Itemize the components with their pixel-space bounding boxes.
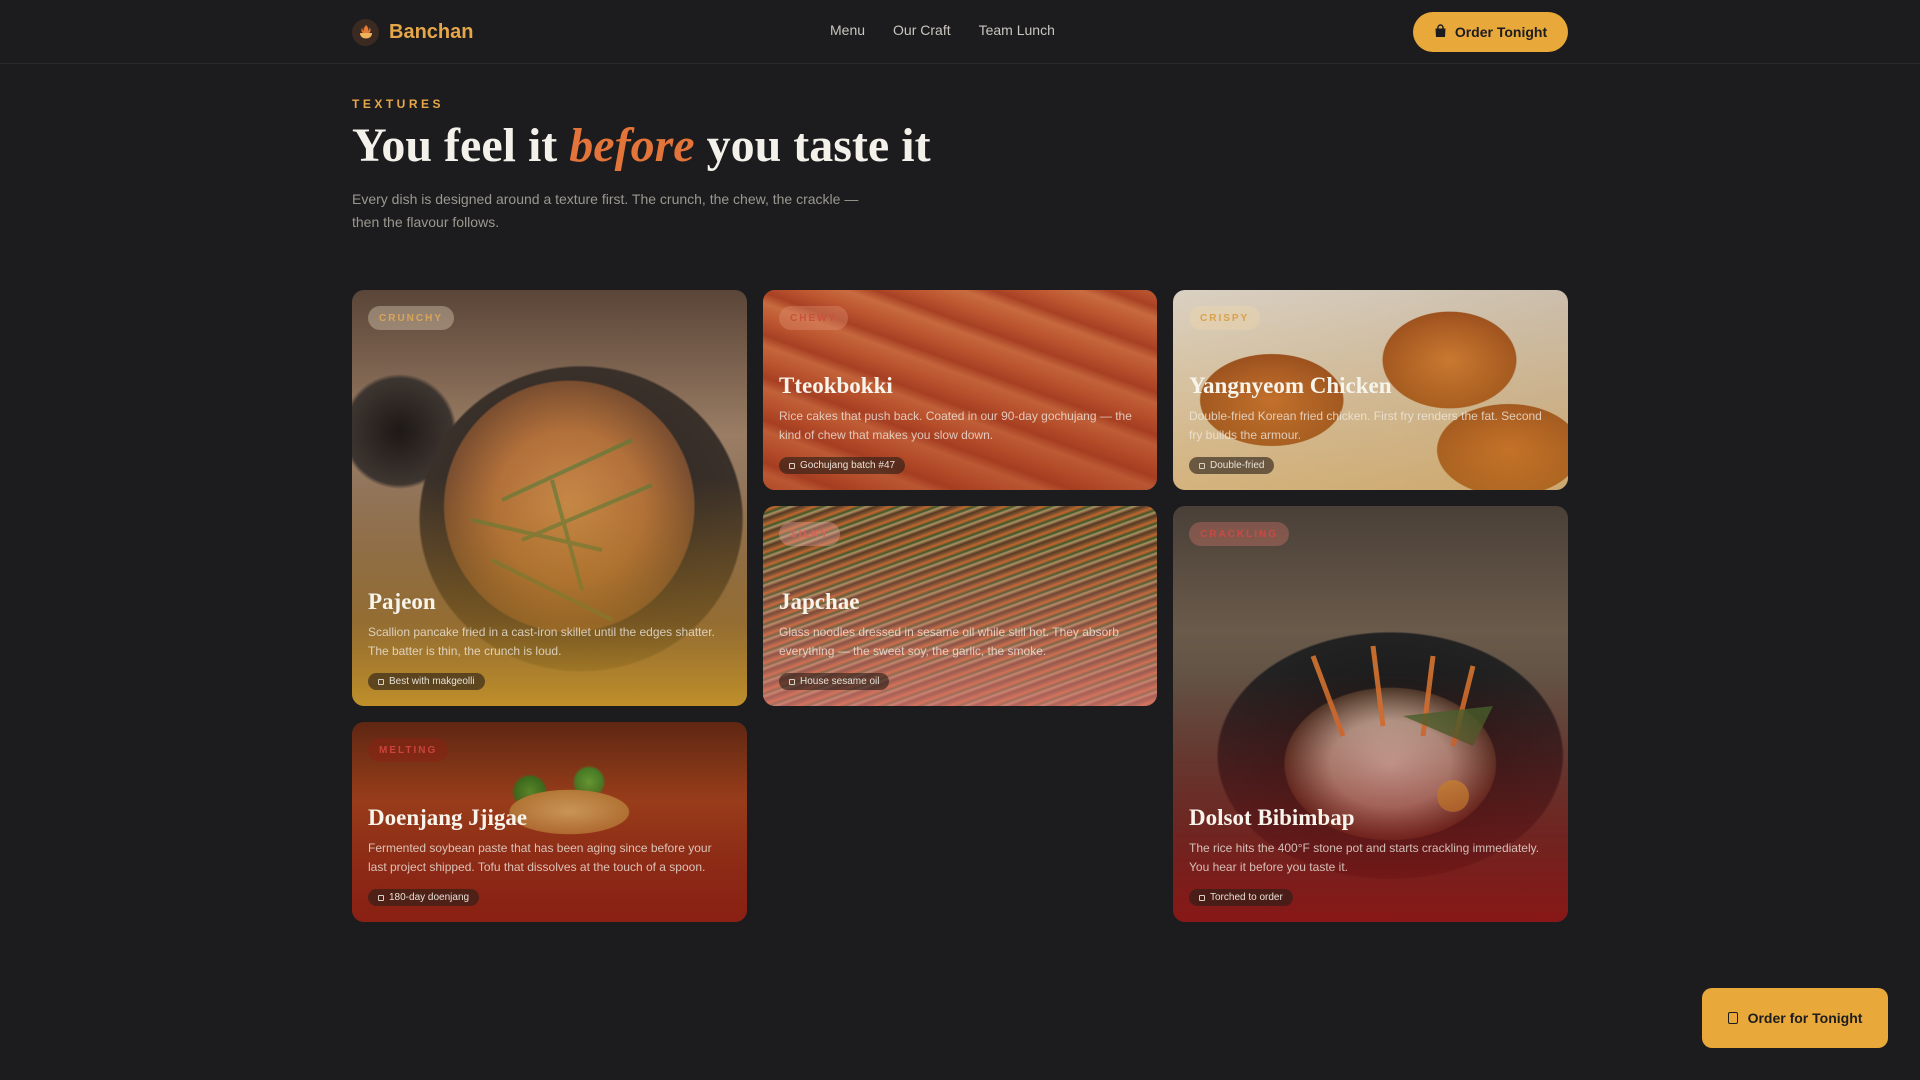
dish-card-doenjang-jjigae[interactable]: MELTING Doenjang Jjigae Fermented soybea… (352, 722, 747, 922)
note-icon (789, 462, 795, 469)
brand-name: Banchan (389, 20, 474, 43)
dish-note: House sesame oil (800, 676, 880, 687)
note-icon (1199, 894, 1205, 901)
dish-name: Pajeon (368, 588, 436, 614)
nav-our-craft[interactable]: Our Craft (893, 22, 951, 38)
texture-tag: CRISPY (1189, 306, 1261, 330)
dish-note-pill: Gochujang batch #47 (779, 457, 906, 474)
dish-name: Yangnyeom Chicken (1189, 372, 1392, 398)
note-icon (378, 894, 384, 901)
dish-description: Double-fried Korean fried chicken. First… (1189, 408, 1542, 442)
texture-tag: CHEWY (779, 306, 849, 330)
dish-description: Rice cakes that push back. Coated in our… (779, 408, 1132, 442)
dish-name: Japchae (779, 588, 860, 614)
section-subtitle: Every dish is designed around a texture … (352, 191, 859, 230)
texture-tag: SILKY (779, 522, 841, 546)
main-nav: Menu Our Craft Team Lunch (830, 22, 1055, 38)
texture-tag: MELTING (368, 738, 449, 762)
dish-card-yangnyeom-chicken[interactable]: CRISPY Yangnyeom Chicken Double-fried Ko… (1173, 290, 1568, 490)
card-content: Tteokbokki Rice cakes that push back. Co… (779, 372, 1141, 474)
dish-note-pill: 180-day doenjang (368, 889, 480, 906)
dish-card-dolsot-bibimbap[interactable]: CRACKLING Dolsot Bibimbap The rice hits … (1173, 506, 1568, 922)
title-end: you taste it (694, 119, 931, 172)
order-tonight-button[interactable]: Order Tonight (1413, 12, 1568, 52)
brand-logo-link[interactable]: Banchan (352, 18, 473, 46)
nav-team-lunch[interactable]: Team Lunch (979, 22, 1055, 38)
dish-name: Tteokbokki (779, 372, 893, 398)
card-content: Pajeon Scallion pancake fried in a cast-… (368, 588, 731, 690)
nav-menu[interactable]: Menu (830, 22, 865, 38)
order-tonight-label: Order Tonight (1454, 24, 1548, 40)
site-header: Banchan Menu Our Craft Team Lunch Order … (0, 0, 1920, 64)
note-icon (378, 678, 384, 685)
texture-tag: CRUNCHY (368, 306, 454, 330)
dish-card-tteokbokki[interactable]: CHEWY Tteokbokki Rice cakes that push ba… (763, 290, 1157, 490)
shopping-bag-icon (1434, 23, 1447, 41)
card-content: Doenjang Jjigae Fermented soybean paste … (368, 804, 731, 906)
order-for-tonight-label: Order for Tonight (1747, 1010, 1863, 1026)
dish-note-pill: House sesame oil (779, 673, 890, 690)
dish-description: The rice hits the 400°F stone pot and st… (1189, 840, 1540, 874)
dish-note: 180-day doenjang (389, 892, 470, 903)
dish-note: Best with makgeolli (389, 676, 475, 687)
card-content: Japchae Glass noodles dressed in sesame … (779, 588, 1141, 690)
note-icon (789, 678, 795, 685)
bag-icon (1727, 1012, 1738, 1024)
dish-description: Scallion pancake fried in a cast-iron sk… (368, 624, 715, 658)
dish-note: Gochujang batch #47 (800, 460, 896, 471)
bowl-icon (352, 18, 379, 46)
order-for-tonight-floating-button[interactable]: Order for Tonight (1702, 988, 1888, 1048)
page-title: You feel it before you taste it (352, 118, 931, 173)
dish-description: Fermented soybean paste that has been ag… (368, 840, 712, 874)
card-content: Yangnyeom Chicken Double-fried Korean fr… (1189, 372, 1552, 474)
dish-note: Double-fried (1210, 460, 1265, 471)
dish-description: Glass noodles dressed in sesame oil whil… (779, 624, 1119, 658)
dish-note-pill: Best with makgeolli (368, 673, 485, 690)
dish-card-pajeon[interactable]: CRUNCHY Pajeon Scallion pancake fried in… (352, 290, 747, 706)
dish-card-japchae[interactable]: SILKY Japchae Glass noodles dressed in s… (763, 506, 1157, 706)
dish-note: Torched to order (1210, 892, 1283, 903)
dish-name: Doenjang Jjigae (368, 804, 528, 830)
title-emphasis: before (569, 119, 695, 172)
dish-note-pill: Double-fried (1189, 457, 1275, 474)
card-content: Dolsot Bibimbap The rice hits the 400°F … (1189, 804, 1552, 906)
title-start: You feel it (352, 119, 570, 172)
dish-name: Dolsot Bibimbap (1189, 804, 1355, 830)
texture-tag: CRACKLING (1189, 522, 1289, 546)
note-icon (1199, 462, 1205, 469)
section-eyebrow: TEXTURES (352, 97, 445, 111)
dish-note-pill: Torched to order (1189, 889, 1293, 906)
